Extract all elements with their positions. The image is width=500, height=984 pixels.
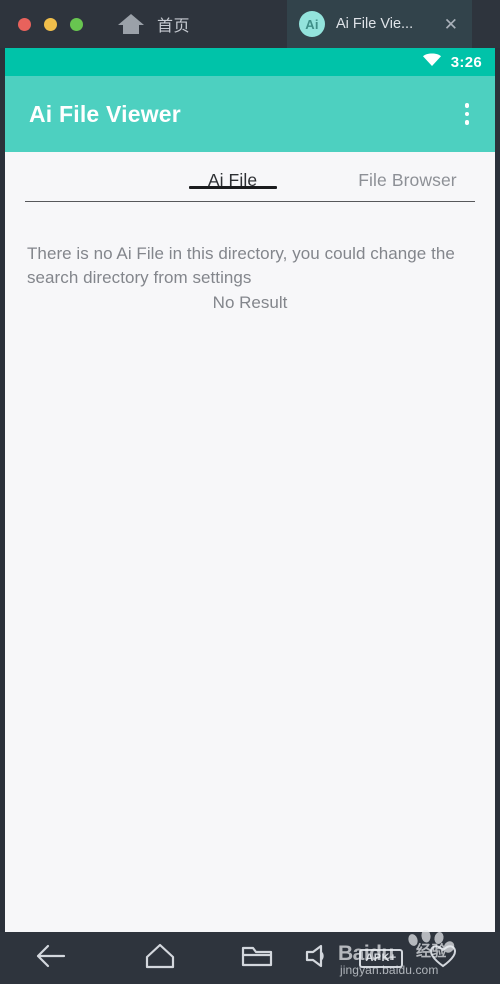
home-outline-icon	[144, 942, 176, 975]
tab-ai-file[interactable]: Ai File	[145, 152, 320, 191]
close-tab-icon[interactable]: ✕	[440, 12, 462, 37]
home-tab[interactable]: 首页	[117, 0, 190, 48]
empty-state-message: There is no Ai File in this directory, y…	[27, 244, 455, 288]
speaker-icon	[303, 943, 335, 974]
folder-icon	[241, 943, 273, 974]
android-status-bar: 3:26	[5, 48, 495, 76]
content-area: There is no Ai File in this directory, y…	[5, 204, 495, 313]
browser-tab-label: Ai File Vie...	[336, 16, 414, 32]
empty-state-result: No Result	[212, 293, 288, 313]
volume-button[interactable]	[288, 932, 350, 984]
overflow-dot	[464, 103, 469, 108]
arrow-left-icon	[34, 943, 66, 974]
page-title: Ai File Viewer	[29, 100, 181, 127]
home-tab-label: 首页	[157, 18, 191, 35]
tab-file-browser-label: File Browser	[358, 170, 457, 190]
wifi-icon	[422, 52, 442, 72]
home-button[interactable]	[100, 932, 220, 984]
tab-strip: Ai File File Browser	[5, 152, 495, 204]
overflow-menu-icon[interactable]	[457, 97, 478, 131]
heart-icon	[429, 943, 457, 974]
minimize-window-button[interactable]	[44, 17, 57, 31]
overflow-dot	[464, 111, 469, 117]
window-chrome: 首页 Ai Ai File Vie... ✕	[0, 0, 500, 48]
house-icon	[117, 12, 145, 36]
recents-button[interactable]	[226, 932, 288, 984]
close-window-button[interactable]	[18, 17, 31, 31]
apk-plus-icon: APK+	[359, 948, 403, 968]
android-navigation-bar: APK+ Baidu 经验 jingyan.baidu.com	[0, 929, 500, 984]
tab-file-browser[interactable]: File Browser	[320, 152, 495, 191]
window-controls	[0, 0, 83, 48]
back-button[interactable]	[0, 932, 100, 984]
apk-button[interactable]: APK+	[350, 932, 412, 984]
overflow-dot	[464, 120, 469, 125]
device-screen: 3:26 Ai File Viewer Ai File File Browser	[0, 48, 500, 932]
favorite-button[interactable]	[412, 932, 474, 984]
tab-strip-divider	[25, 201, 475, 202]
screenshot-root: 首页 Ai Ai File Vie... ✕ 3:26 Ai File View…	[0, 0, 500, 984]
app-bar: Ai File Viewer	[5, 76, 495, 158]
browser-tab-ai-file-viewer[interactable]: Ai Ai File Vie... ✕	[287, 0, 472, 48]
zoom-window-button[interactable]	[70, 17, 83, 31]
app-favicon: Ai	[299, 11, 325, 37]
tab-active-indicator	[188, 186, 277, 189]
status-time: 3:26	[450, 53, 482, 71]
